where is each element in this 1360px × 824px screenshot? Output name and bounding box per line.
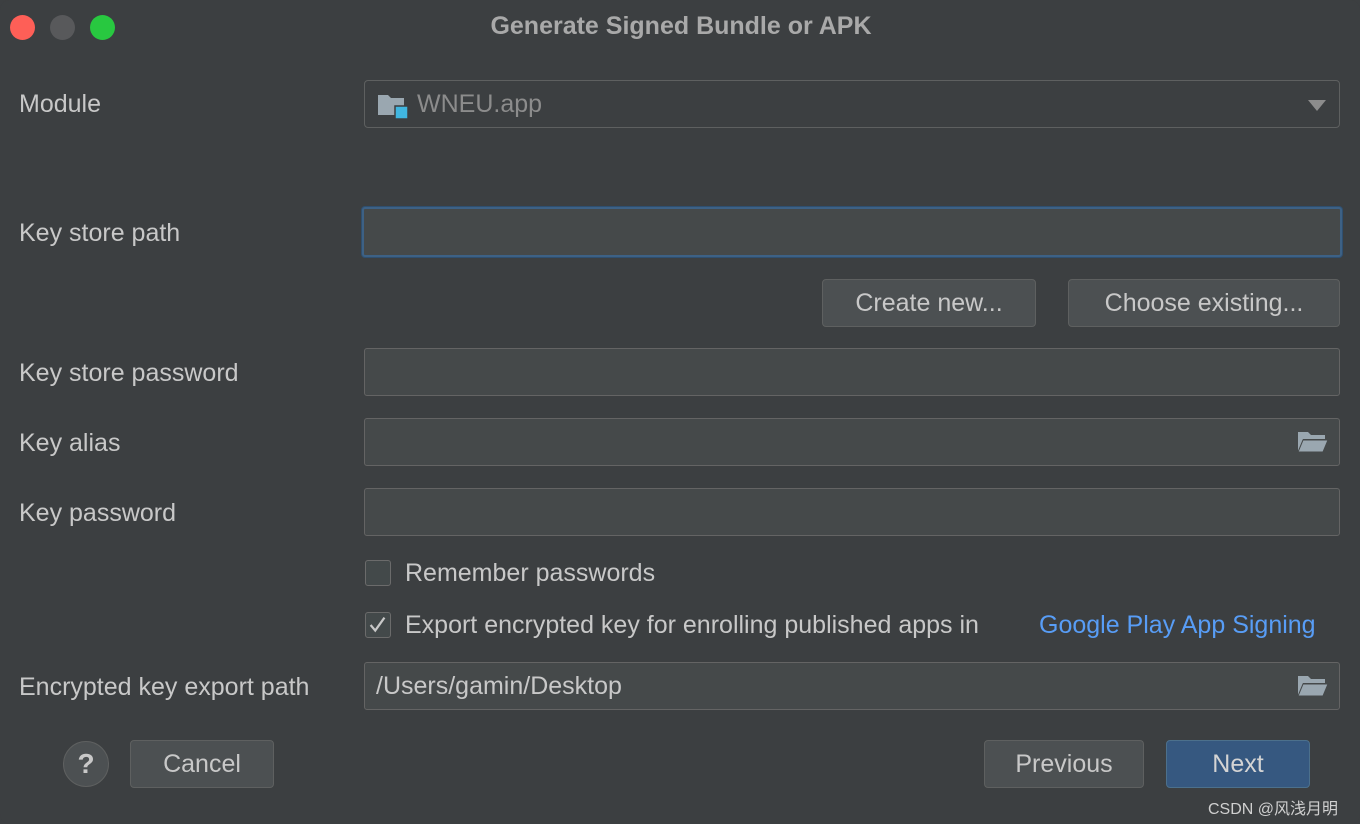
next-button[interactable]: Next xyxy=(1166,740,1310,788)
create-new-button[interactable]: Create new... xyxy=(822,279,1036,327)
key-alias-label: Key alias xyxy=(19,429,121,457)
folder-open-icon[interactable] xyxy=(1297,674,1329,698)
module-folder-icon xyxy=(378,95,409,120)
chevron-down-icon xyxy=(1308,100,1326,111)
choose-existing-button[interactable]: Choose existing... xyxy=(1068,279,1340,327)
keystore-path-input[interactable] xyxy=(362,207,1342,257)
window-title: Generate Signed Bundle or APK xyxy=(490,12,872,40)
export-key-label[interactable]: Export encrypted key for enrolling publi… xyxy=(405,611,979,640)
module-label: Module xyxy=(19,90,101,118)
module-dropdown[interactable]: WNEU.app xyxy=(364,80,1340,128)
keystore-path-label: Key store path xyxy=(19,219,181,247)
export-key-checkbox[interactable] xyxy=(365,612,391,638)
cancel-button[interactable]: Cancel xyxy=(130,740,274,788)
folder-open-icon[interactable] xyxy=(1297,430,1329,454)
keystore-password-label: Key store password xyxy=(19,359,239,387)
help-button[interactable]: ? xyxy=(63,741,109,787)
remember-passwords-checkbox[interactable] xyxy=(365,560,391,586)
remember-passwords-label[interactable]: Remember passwords xyxy=(405,559,655,588)
export-path-value: /Users/gamin/Desktop xyxy=(376,672,622,700)
export-path-label: Encrypted key export path xyxy=(19,673,310,701)
previous-button[interactable]: Previous xyxy=(984,740,1144,788)
watermark: CSDN @风浅月明 xyxy=(1208,801,1339,818)
module-value: WNEU.app xyxy=(417,90,543,118)
key-alias-input[interactable] xyxy=(364,418,1340,466)
google-play-app-signing-link[interactable]: Google Play App Signing xyxy=(1039,611,1316,640)
title-bar: Generate Signed Bundle or APK xyxy=(0,0,1360,54)
key-password-input[interactable] xyxy=(364,488,1340,536)
checkmark-icon xyxy=(369,616,386,633)
key-password-label: Key password xyxy=(19,499,177,527)
keystore-password-input[interactable] xyxy=(364,348,1340,396)
generate-signed-bundle-dialog: Generate Signed Bundle or APK Module WNE… xyxy=(0,0,1360,824)
export-path-input[interactable]: /Users/gamin/Desktop xyxy=(364,662,1340,710)
